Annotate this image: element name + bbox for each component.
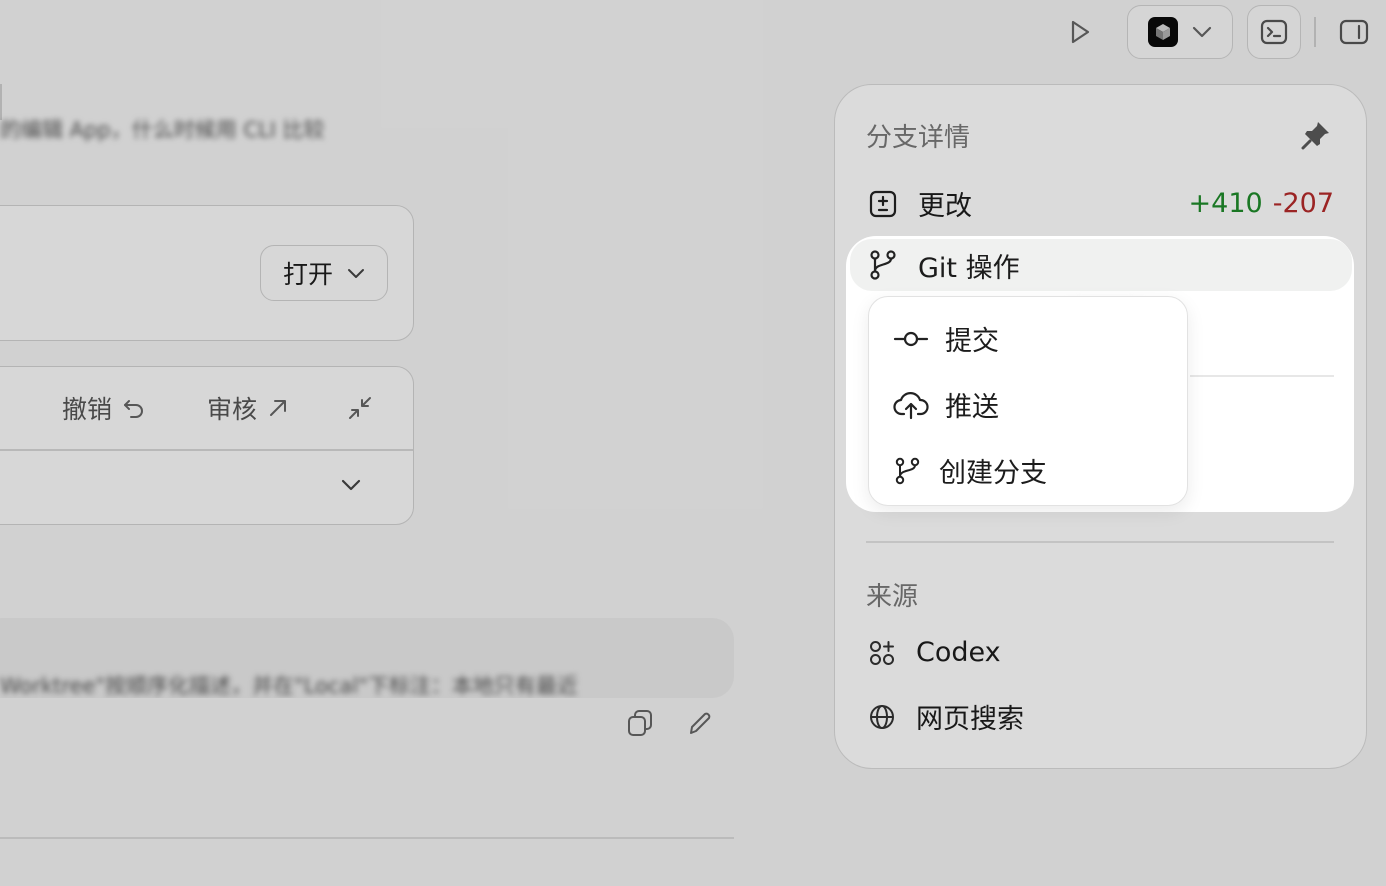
menu-item-label: 提交 (945, 326, 999, 357)
git-branch-icon (868, 249, 898, 281)
menu-item-push[interactable]: 推送 (893, 385, 999, 424)
menu-item-label: 推送 (945, 392, 999, 423)
hidden-divider (1190, 375, 1334, 377)
git-actions-row[interactable]: Git 操作 (850, 239, 1352, 291)
menu-item-label: 创建分支 (939, 458, 1047, 489)
menu-item-create-branch[interactable]: 创建分支 (893, 451, 1047, 490)
menu-item-commit[interactable]: 提交 (893, 319, 999, 358)
git-actions-menu: 提交 推送 创建分支 (868, 296, 1188, 506)
git-branch-icon (893, 456, 923, 486)
git-actions-label: Git 操作 (918, 252, 1020, 284)
cloud-upload-icon (893, 389, 929, 421)
commit-icon (893, 324, 929, 354)
